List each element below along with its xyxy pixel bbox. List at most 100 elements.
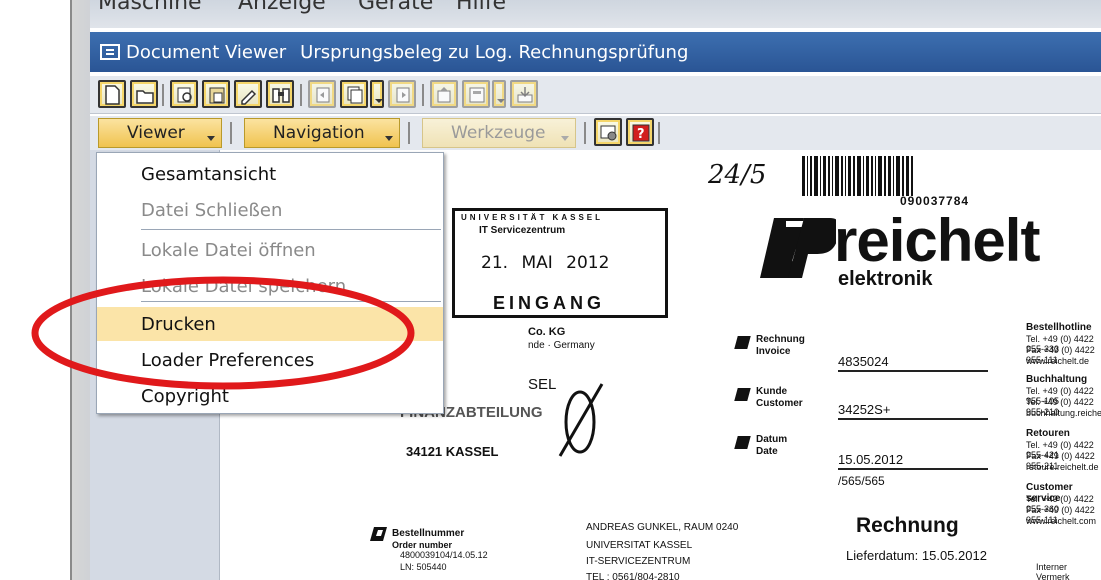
address-line: ANDREAS GUNKEL, RAUM 0240 [586,522,739,533]
invoice-label-en: Invoice [756,346,791,357]
menu-anzeige[interactable]: Anzeige [238,0,326,15]
address-line: IT-SERVICEZENTRUM [586,556,691,567]
layout-dropdown-icon[interactable] [492,80,506,108]
contact-heading-2: Buchhaltung [1026,374,1088,385]
order-number: 4800039104/14.05.12 [400,550,488,560]
invoice-underline [838,370,988,372]
settings-window-icon[interactable] [594,118,622,146]
window-titlebar: Document Viewer Ursprungsbeleg zu Log. R… [90,32,1101,72]
stamp-dept: IT Servicezentrum [479,225,566,236]
menu-separator [141,229,441,230]
toolbar-separator [658,122,660,144]
export-icon[interactable] [430,80,458,108]
menu-item-copyright[interactable]: Copyright [97,379,443,413]
menu-item-datei-schliessen[interactable]: Datei Schließen [97,193,443,227]
date-underline [838,468,988,470]
menu-button-row: Viewer Navigation Werkzeuge ? [90,116,1101,150]
find-document-icon[interactable] [170,80,198,108]
stamp-date: 21. MAI 2012 [481,253,610,273]
open-folder-icon[interactable] [130,80,158,108]
internal-note: Interner Vermerk [1036,562,1070,580]
menu-maschine[interactable]: Maschine [98,0,202,15]
menu-item-loader-preferences[interactable]: Loader Preferences [97,343,443,377]
menu-item-gesamtansicht[interactable]: Gesamtansicht [97,157,443,191]
multi-page-icon[interactable] [340,80,368,108]
contact-line: buchhaltung.reichelt.de [1026,408,1101,418]
date-label-en: Date [756,446,778,457]
download-icon[interactable] [510,80,538,108]
edit-pencil-icon[interactable] [234,80,262,108]
viewer-menu-button[interactable]: Viewer [98,118,222,148]
menu-hilfe[interactable]: Hilfe [456,0,506,15]
app-name: Document Viewer [126,41,287,63]
navigation-menu-button[interactable]: Navigation [244,118,400,148]
customer-label-de: Kunde [756,386,788,397]
reichelt-wordmark: reichelt [834,207,1040,274]
toolbar-separator [422,84,424,106]
paste-icon[interactable] [202,80,230,108]
toolbar-separator [162,84,164,106]
handwritten-number: 24/5 [708,160,767,190]
help-icon[interactable]: ? [626,118,654,146]
chevron-down-icon [207,136,215,141]
invoice-date: 15.05.2012 [838,452,904,467]
contact-line: www.reichelt.de [1026,356,1090,366]
menu-item-drucken[interactable]: Drucken [97,307,443,341]
navigation-label: Navigation [273,123,365,143]
contact-line: retoure.reichelt.de [1026,462,1099,472]
order-label-de: Bestellnummer [392,528,465,539]
contact-heading-1: Bestellhotline [1026,322,1092,333]
contact-line: www.reichelt.com [1026,516,1097,526]
chevron-down-icon [561,136,569,141]
menu-geraete[interactable]: Geräte [358,0,433,15]
reichelt-logo-mark [760,218,836,278]
receipt-stamp: UNIVERSITÄT KASSEL IT Servicezentrum 21.… [452,208,668,318]
stamp-header: UNIVERSITÄT KASSEL [461,213,604,222]
reichelt-subtitle: elektronik [838,268,933,290]
menu-bar: Maschine Anzeige Geräte Hilfe [90,0,1101,28]
recipient-city: 34121 KASSEL [406,444,499,459]
date-label-de: Datum [756,434,788,445]
menu-item-lokale-datei-oeffnen[interactable]: Lokale Datei öffnen [97,233,443,267]
outer-window-edge [70,0,90,580]
toolbar-separator [230,122,232,144]
order-label-en: Order number [392,540,453,550]
barcode [802,156,913,196]
toolbar-separator [300,84,302,106]
new-document-icon[interactable] [98,80,126,108]
viewer-label: Viewer [127,123,185,143]
order-ln: LN: 505440 [400,562,447,572]
customer-underline [838,418,988,420]
delivery-date: Lieferdatum: 15.05.2012 [846,548,987,563]
multi-page-dropdown-icon[interactable] [370,80,384,108]
address-line: UNIVERSITAT KASSEL [586,540,693,551]
document-viewer-icon [100,44,120,60]
sender-line-2: nde · Germany [528,340,595,351]
last-page-icon[interactable] [388,80,416,108]
window-title: Ursprungsbeleg zu Log. Rechnungsprüfung [300,41,689,63]
order-logo-icon [370,527,387,541]
svg-text:?: ? [637,127,645,142]
stamp-footer: EINGANG [493,293,606,313]
menu-item-lokale-datei-speichern[interactable]: Lokale Datei speichern [97,269,443,303]
date-extra: /565/565 [838,474,885,488]
toolbar-separator [408,122,410,144]
werkzeuge-label: Werkzeuge [451,123,546,143]
find-binoculars-icon[interactable] [266,80,294,108]
customer-number: 34252S+ [838,402,891,417]
werkzeuge-menu-button[interactable]: Werkzeuge [422,118,576,148]
sender-line-1: Co. KG [528,326,566,338]
menu-separator [141,301,441,302]
first-page-icon[interactable] [308,80,336,108]
invoice-label-de: Rechnung [756,334,805,345]
sap-app-window: Maschine Anzeige Geräte Hilfe Document V… [90,0,1101,580]
document-heading: Rechnung [856,514,959,537]
layout-icon[interactable] [462,80,490,108]
chevron-down-icon [385,136,393,141]
invoice-number: 4835024 [838,354,889,369]
outer-margin [0,0,70,580]
viewer-dropdown-menu: Gesamtansicht Datei Schließen Lokale Dat… [96,152,444,414]
icon-toolbar [90,76,1101,114]
address-line: TEL : 0561/804-2810 [586,572,680,580]
toolbar-separator [584,122,586,144]
